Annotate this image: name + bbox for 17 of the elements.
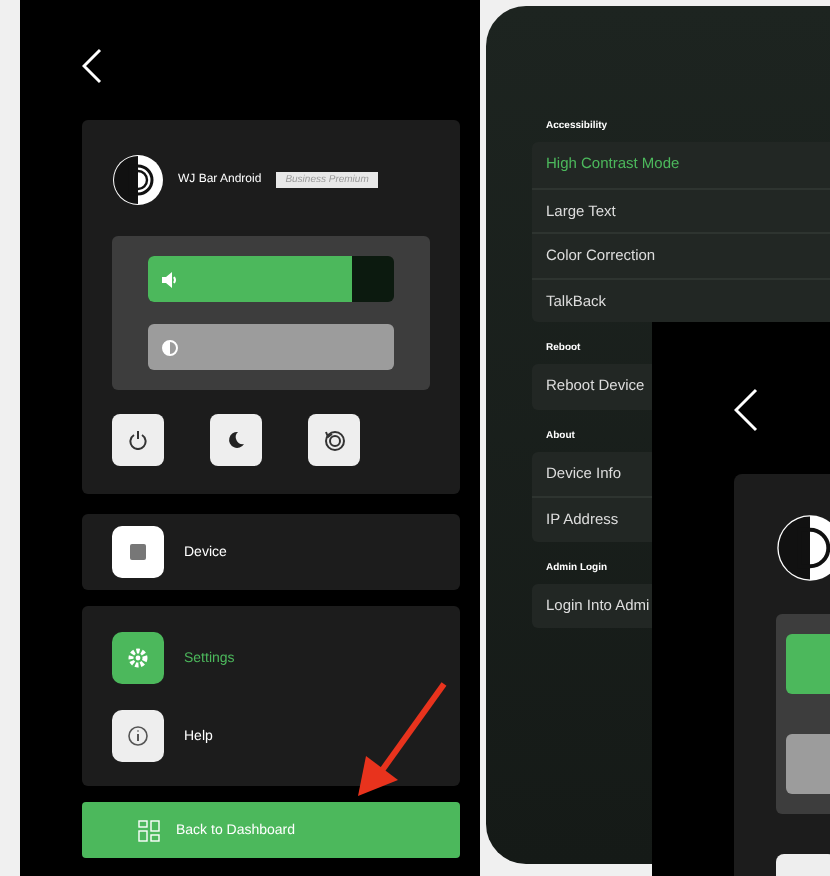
restore-icon bbox=[323, 429, 345, 451]
moon-button[interactable] bbox=[210, 414, 262, 466]
power-icon bbox=[128, 430, 148, 450]
back-chevron-icon[interactable] bbox=[82, 48, 102, 84]
volume-slider-fill[interactable] bbox=[148, 256, 353, 302]
moon-icon bbox=[226, 430, 246, 450]
back-chevron-icon[interactable] bbox=[734, 388, 758, 432]
gear-icon bbox=[112, 632, 164, 684]
info-icon bbox=[112, 710, 164, 762]
power-button[interactable] bbox=[112, 414, 164, 466]
speaker-icon bbox=[162, 271, 178, 287]
device-icon bbox=[112, 526, 164, 578]
dashboard-icon bbox=[138, 819, 160, 841]
logo-icon bbox=[112, 154, 164, 206]
restore-button[interactable] bbox=[308, 414, 360, 466]
brightness-slider-fill[interactable] bbox=[148, 324, 394, 370]
contrast-icon bbox=[162, 339, 178, 355]
